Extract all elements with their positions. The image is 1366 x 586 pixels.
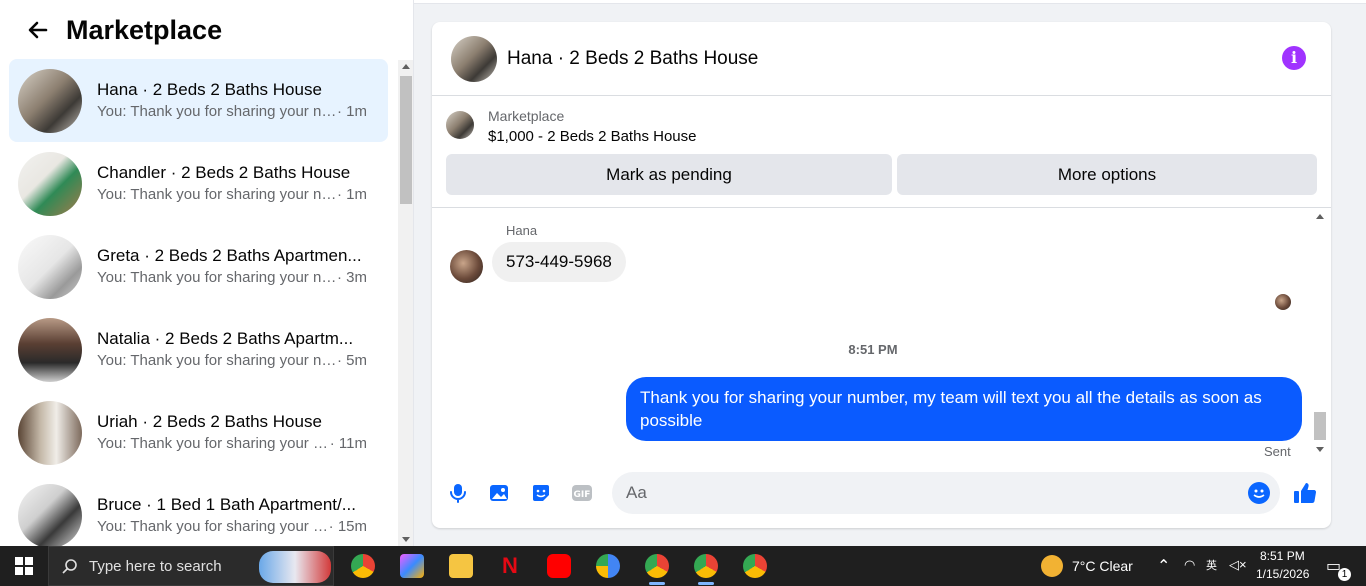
message-thread: Hana 573-449-5968 8:51 PM Thank you for … bbox=[432, 208, 1331, 459]
microphone-icon[interactable] bbox=[447, 482, 469, 504]
message-composer: GIF bbox=[432, 466, 1331, 522]
outgoing-message[interactable]: Thank you for sharing your number, my te… bbox=[626, 377, 1302, 441]
chrome-icon[interactable] bbox=[351, 554, 375, 578]
conversation-time: · 3m bbox=[337, 268, 367, 286]
chrome-profile-icon[interactable] bbox=[645, 554, 669, 585]
search-highlight-image bbox=[259, 551, 331, 583]
scroll-down-arrow-icon[interactable] bbox=[1316, 447, 1324, 452]
chat-window: Hana · 2 Beds 2 Baths House i Marketplac… bbox=[432, 22, 1331, 528]
file-explorer-icon[interactable] bbox=[449, 554, 473, 578]
scrollbar-thumb[interactable] bbox=[400, 76, 412, 204]
search-placeholder: Type here to search bbox=[89, 558, 222, 575]
scroll-up-arrow-icon[interactable] bbox=[1316, 214, 1324, 219]
chat-header: Hana · 2 Beds 2 Baths House i bbox=[432, 22, 1331, 96]
photo-icon[interactable] bbox=[488, 482, 510, 504]
thread-scrollbar[interactable] bbox=[1313, 208, 1327, 458]
sticker-icon[interactable] bbox=[530, 482, 552, 504]
listing-avatar bbox=[18, 68, 82, 133]
conversation-item[interactable]: Uriah · 2 Beds 2 Baths House You: Thank … bbox=[9, 391, 388, 474]
incoming-message[interactable]: 573-449-5968 bbox=[492, 242, 626, 282]
youtube-icon[interactable] bbox=[547, 554, 571, 578]
conversation-name: Bruce · 1 Bed 1 Bath Apartment/... bbox=[97, 494, 356, 514]
notification-count: 1 bbox=[1338, 568, 1351, 581]
taskbar-search[interactable]: Type here to search bbox=[48, 546, 334, 586]
conversation-item[interactable]: Greta · 2 Beds 2 Baths Apartmen... You: … bbox=[9, 225, 388, 308]
conversation-item[interactable]: Natalia · 2 Beds 2 Baths Apartm... You: … bbox=[9, 308, 388, 391]
scrollbar-thumb[interactable] bbox=[1314, 412, 1326, 440]
conversation-time: · 15m bbox=[328, 517, 367, 535]
conversation-item[interactable]: Hana · 2 Beds 2 Baths House You: Thank y… bbox=[9, 59, 388, 142]
like-thumbs-up-icon[interactable] bbox=[1292, 480, 1318, 506]
weather-text[interactable]: 7°C Clear bbox=[1072, 558, 1133, 574]
listing-avatar bbox=[18, 483, 82, 546]
clock-time[interactable]: 8:51 PM bbox=[1260, 549, 1305, 563]
listing-avatar bbox=[18, 234, 82, 299]
conversation-name: Uriah · 2 Beds 2 Baths House bbox=[97, 411, 322, 431]
panel-title: Marketplace bbox=[66, 14, 223, 45]
conversation-name: Greta · 2 Beds 2 Baths Apartmen... bbox=[97, 245, 362, 265]
conversation-preview: You: Thank you for sharing your nu... bbox=[97, 102, 337, 120]
conversation-preview: You: Thank you for sharing your n... bbox=[97, 434, 330, 452]
chat-title[interactable]: Hana · 2 Beds 2 Baths House bbox=[507, 48, 758, 70]
conversation-name: Chandler · 2 Beds 2 Baths House bbox=[97, 162, 351, 182]
volume-muted-icon[interactable]: ◁× bbox=[1229, 557, 1247, 573]
listing-avatar[interactable] bbox=[451, 35, 497, 82]
conversation-item[interactable]: Chandler · 2 Beds 2 Baths House You: Tha… bbox=[9, 142, 388, 225]
info-icon[interactable]: i bbox=[1282, 46, 1306, 70]
conversation-preview: You: Thank you for sharing your n... bbox=[97, 517, 329, 535]
moon-weather-icon[interactable] bbox=[1041, 555, 1063, 577]
listing-avatar bbox=[18, 151, 82, 216]
message-timestamp: 8:51 PM bbox=[848, 342, 898, 357]
scroll-up-arrow-icon[interactable] bbox=[402, 64, 410, 69]
conversation-name: Natalia · 2 Beds 2 Baths Apartm... bbox=[97, 328, 354, 348]
listing-bar: Marketplace $1,000 - 2 Beds 2 Baths Hous… bbox=[432, 96, 1331, 208]
windows-start-icon[interactable] bbox=[15, 557, 33, 575]
conversation-time: · 1m bbox=[337, 185, 367, 203]
more-options-button[interactable]: More options bbox=[897, 154, 1317, 195]
chrome-profile-icon[interactable] bbox=[743, 554, 767, 578]
conversation-time: · 5m bbox=[337, 351, 367, 369]
mark-as-pending-button[interactable]: Mark as pending bbox=[446, 154, 892, 195]
app-icon[interactable] bbox=[596, 554, 620, 578]
netflix-icon[interactable]: N bbox=[498, 554, 522, 578]
svg-text:GIF: GIF bbox=[574, 490, 591, 500]
chevron-up-icon[interactable]: ⌃ bbox=[1157, 556, 1170, 576]
clock-date[interactable]: 1/15/2026 bbox=[1256, 567, 1309, 581]
conversation-preview: You: Thank you for sharing your nu... bbox=[97, 268, 337, 286]
conversation-name: Hana · 2 Beds 2 Baths House bbox=[97, 79, 322, 99]
language-icon[interactable]: 英 bbox=[1206, 557, 1217, 573]
emoji-icon[interactable] bbox=[1248, 482, 1270, 504]
conversation-time: · 1m bbox=[337, 102, 367, 120]
listing-price-title[interactable]: $1,000 - 2 Beds 2 Baths House bbox=[488, 128, 696, 145]
sender-name: Hana bbox=[506, 223, 538, 238]
copilot-icon[interactable] bbox=[400, 554, 424, 578]
gif-icon[interactable]: GIF bbox=[571, 482, 593, 504]
windows-taskbar: Type here to search N 7°C Clear ⌃ ◠ 英 ◁×… bbox=[0, 546, 1366, 586]
marketplace-label: Marketplace bbox=[488, 108, 565, 124]
sent-status: Sent bbox=[1264, 444, 1291, 459]
conversation-scrollbar[interactable] bbox=[398, 60, 413, 546]
scroll-down-arrow-icon[interactable] bbox=[402, 537, 410, 542]
listing-avatar bbox=[18, 400, 82, 465]
conversation-time: · 11m bbox=[329, 434, 367, 452]
listing-avatar bbox=[18, 317, 82, 382]
message-input[interactable] bbox=[612, 472, 1280, 514]
listing-thumbnail[interactable] bbox=[446, 111, 474, 139]
sender-avatar[interactable] bbox=[450, 250, 483, 283]
wifi-icon[interactable]: ◠ bbox=[1184, 557, 1195, 573]
conversation-list: Hana · 2 Beds 2 Baths House You: Thank y… bbox=[0, 59, 398, 546]
search-icon bbox=[62, 559, 77, 574]
conversation-preview: You: Thank you for sharing your nu... bbox=[97, 351, 337, 369]
chrome-profile-icon[interactable] bbox=[694, 554, 718, 585]
back-arrow-icon[interactable] bbox=[24, 16, 52, 44]
seen-receipt-avatar bbox=[1275, 294, 1291, 310]
top-strip bbox=[414, 0, 1366, 4]
conversation-panel: Marketplace Hana · 2 Beds 2 Baths House … bbox=[0, 0, 414, 546]
conversation-item[interactable]: Bruce · 1 Bed 1 Bath Apartment/... You: … bbox=[9, 474, 388, 546]
panel-header: Marketplace bbox=[0, 0, 413, 60]
conversation-preview: You: Thank you for sharing your nu... bbox=[97, 185, 337, 203]
